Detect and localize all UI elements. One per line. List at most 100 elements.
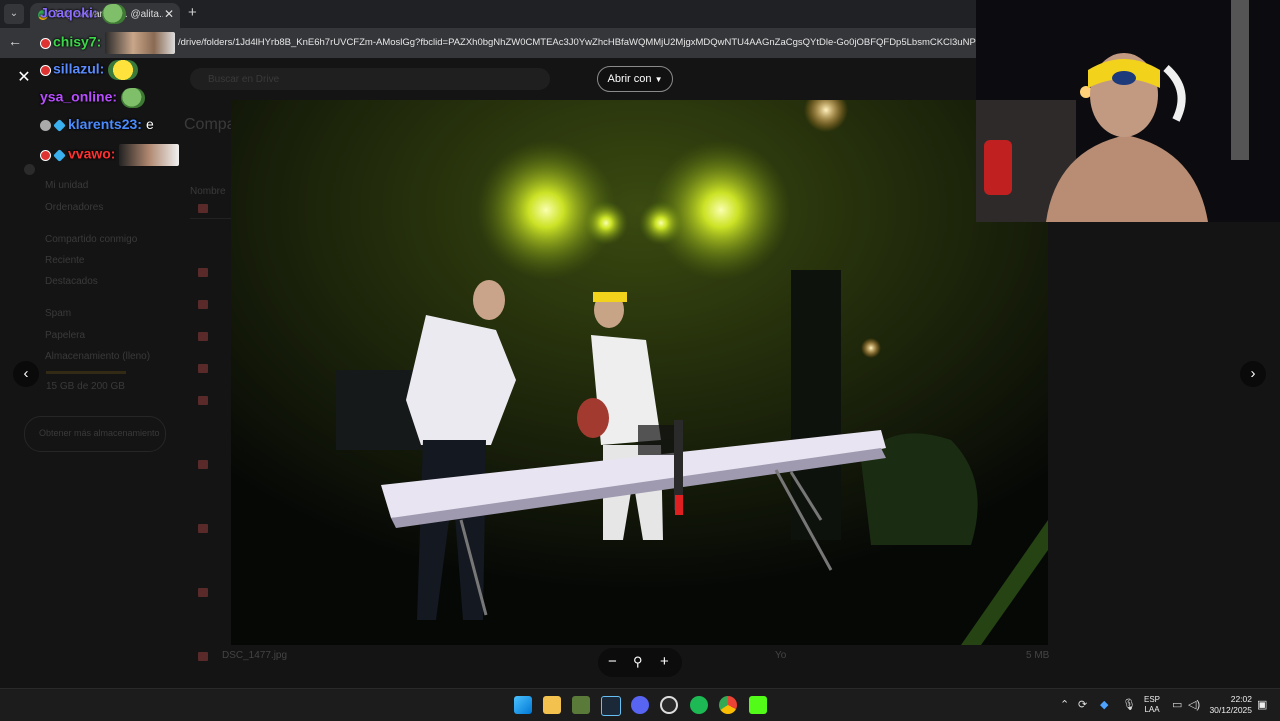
windows-start-icon[interactable]: [514, 696, 532, 714]
obs-icon[interactable]: [660, 696, 678, 714]
user-badge-icon: [40, 119, 51, 131]
tab-close-icon[interactable]: ✕: [164, 7, 174, 21]
chat-username[interactable]: chisy7:: [53, 34, 101, 50]
new-tab-button[interactable]: +: [188, 4, 197, 21]
sidebar-item-papelera: Papelera: [45, 330, 86, 341]
chat-emote-icon: [119, 144, 180, 166]
chrome-icon[interactable]: [719, 696, 737, 714]
chat-emote-icon: [101, 4, 126, 24]
chat-message: ysa_online:: [40, 88, 146, 110]
sync-icon[interactable]: ⟳: [1078, 698, 1087, 711]
warm-light: [861, 338, 881, 358]
notification-icon[interactable]: ▣: [1257, 698, 1267, 711]
network-icon[interactable]: ▭: [1172, 698, 1182, 711]
chat-username[interactable]: vvawo:: [68, 146, 115, 162]
image-file-icon: [198, 588, 208, 597]
windows-taskbar: ⌃ ⟳ ◆ 🎙 ESP LAA ▭ ◁) 22:02 30/12/2025 ▣: [0, 688, 1280, 721]
file-explorer-icon[interactable]: [543, 696, 561, 714]
image-file-icon: [198, 396, 208, 405]
upgrade-label: Obtener más almacenamiento: [39, 428, 160, 438]
file-owner: Yo: [775, 650, 787, 661]
sidebar-item-reciente: Reciente: [45, 255, 85, 266]
zoom-reset-icon[interactable]: ⚲: [633, 654, 643, 670]
chat-username[interactable]: sillazul:: [53, 61, 104, 77]
chat-message: sillazul:: [40, 60, 139, 82]
language-code: ESP: [1144, 695, 1161, 704]
chat-text: e: [145, 116, 154, 132]
viewer-photo: [231, 100, 1048, 645]
image-file-icon: [198, 268, 208, 277]
headband-logo: [1112, 71, 1136, 85]
previous-image-button[interactable]: ‹: [13, 361, 39, 387]
image-file-icon: [198, 524, 208, 533]
chat-message: klarents23: e: [40, 116, 154, 138]
file-name: DSC_1477.jpg: [222, 650, 288, 661]
chat-message: chisy7:: [40, 32, 176, 54]
open-with-label: Abrir con: [607, 73, 652, 85]
clock-time: 22:02: [1230, 694, 1252, 704]
pillar: [1231, 0, 1249, 160]
upgrade-storage-button: Obtener más almacenamiento: [24, 416, 166, 452]
storage-bar: [46, 371, 126, 374]
game-app-icon[interactable]: [572, 696, 590, 714]
player-left-head: [473, 280, 505, 320]
caret-down-icon: ▼: [654, 75, 663, 84]
subscriber-badge-icon: [53, 148, 66, 162]
subscriber-badge-icon: [53, 118, 66, 132]
microphone-icon[interactable]: 🎙: [1122, 698, 1136, 711]
yellow-headband: [593, 292, 627, 302]
spotify-icon[interactable]: [690, 696, 708, 714]
security-icon[interactable]: ◆: [1100, 698, 1108, 711]
sidebar-item-compartido: Compartido conmigo: [45, 234, 138, 245]
clock-date: 30/12/2025: [1209, 705, 1252, 715]
image-file-icon: [198, 652, 208, 661]
discord-icon[interactable]: [631, 696, 649, 714]
person-background: [791, 270, 841, 540]
red-cup: [984, 140, 1012, 195]
webcam-overlay: [976, 0, 1280, 222]
sidebar-item-almacenamiento: Almacenamiento (lleno): [45, 351, 151, 362]
keyboard-layout: LAA: [1144, 705, 1160, 714]
clock[interactable]: 22:02 30/12/2025: [1206, 694, 1252, 716]
chat-emote-icon: [121, 88, 146, 108]
url-text[interactable]: /drive/folders/1Jd4lHYrb8B_KnE6h7rUVCFZm…: [178, 37, 976, 48]
chat-username[interactable]: Joaqoki:: [40, 5, 98, 21]
storage-text: 15 GB de 200 GB: [46, 381, 125, 392]
drive-search-placeholder: Buscar en Drive: [208, 74, 280, 85]
steam-icon[interactable]: [601, 696, 621, 716]
zoom-in-button[interactable]: +: [660, 653, 669, 670]
chat-username[interactable]: klarents23:: [68, 116, 142, 132]
open-with-button[interactable]: Abrir con ▼: [597, 66, 673, 92]
ping-pong-photo: [231, 100, 1048, 645]
stage-light: [639, 201, 683, 245]
viewer-close-icon[interactable]: ✕: [14, 68, 34, 88]
drive-column-header: Nombre: [190, 186, 226, 197]
image-file-icon: [198, 332, 208, 341]
sidebar-item-destacados: Destacados: [45, 276, 98, 287]
chat-message: vvawo:: [40, 144, 180, 166]
file-size: 5 MB: [1026, 650, 1050, 661]
user-badge-icon: [40, 149, 51, 161]
browser-tab-bar: ⌄ Jorge Award, P... @alita... ✕ +: [0, 0, 978, 28]
paddle: [577, 398, 609, 438]
volume-icon[interactable]: ◁): [1188, 698, 1200, 711]
sidebar-item-ordenadores: Ordenadores: [45, 202, 104, 213]
kick-icon[interactable]: [749, 696, 767, 714]
image-file-icon: [198, 300, 208, 309]
sidebar-item-mi-unidad: Mi unidad: [45, 180, 89, 191]
user-badge-icon: [40, 37, 51, 49]
chat-emote-icon: [105, 32, 176, 54]
user-badge-icon: [40, 64, 51, 76]
image-file-icon: [198, 204, 208, 213]
zoom-out-button[interactable]: −: [608, 653, 617, 670]
chat-username[interactable]: ysa_online:: [40, 89, 117, 105]
back-arrow-icon[interactable]: ←: [8, 33, 22, 49]
chevron-up-icon[interactable]: ⌃: [1060, 698, 1069, 711]
zoom-controls: − ⚲ +: [598, 648, 682, 677]
sidebar-item-spam: Spam: [45, 308, 72, 319]
tab-search-button[interactable]: ⌄: [4, 4, 24, 24]
language-indicator[interactable]: ESP LAA: [1144, 695, 1160, 715]
stage-light: [584, 201, 628, 245]
next-image-button[interactable]: ›: [1240, 361, 1266, 387]
chat-message: Joaqoki:: [40, 4, 126, 26]
